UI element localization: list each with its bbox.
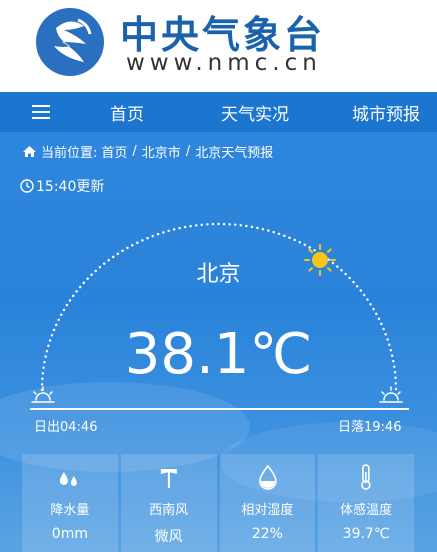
nmc-logo-icon[interactable] xyxy=(34,6,106,78)
stat-wind: 西南风 微风 xyxy=(120,454,217,552)
nav-bar: 首页 天气实况 城市预报 xyxy=(0,92,437,132)
sunrise-time: 日出04:46 xyxy=(34,420,98,435)
weather-stats: 降水量 0mm 西南风 微风 相对湿度 22% 体感温度 39.7℃ xyxy=(22,454,414,552)
sunset-icon xyxy=(379,386,403,403)
stat-value: 39.7℃ xyxy=(342,526,390,542)
site-url[interactable]: www.nmc.cn xyxy=(126,50,322,76)
stat-humidity: 相对湿度 22% xyxy=(219,454,316,552)
city-name: 北京 xyxy=(196,262,241,287)
menu-icon[interactable] xyxy=(32,102,50,122)
raindrop-icon xyxy=(59,472,77,486)
stat-value: 22% xyxy=(251,526,283,542)
nav-item-live-weather[interactable]: 天气实况 xyxy=(221,100,289,125)
weather-panel: 当前位置: 首页 / 北京市 / 北京天气预报 15:40更新 北京 38.1℃… xyxy=(0,132,437,552)
stat-precipitation: 降水量 0mm xyxy=(22,454,118,552)
nav-item-home[interactable]: 首页 xyxy=(110,100,144,125)
stat-label: 相对湿度 xyxy=(241,503,294,518)
stat-label: 西南风 xyxy=(149,503,189,518)
sunset-time: 日落19:46 xyxy=(338,420,402,435)
site-header: 中央气象台 www.nmc.cn xyxy=(0,0,437,92)
current-temperature: 38.1℃ xyxy=(124,322,313,387)
horizon-line xyxy=(30,408,409,410)
stat-label: 体感温度 xyxy=(340,503,393,518)
sunrise-icon xyxy=(31,386,55,403)
wind-vane-icon xyxy=(160,469,177,488)
stat-value: 微风 xyxy=(154,529,183,545)
thermometer-icon xyxy=(361,464,371,490)
stat-value: 0mm xyxy=(51,526,88,542)
nav-item-city-forecast[interactable]: 城市预报 xyxy=(352,100,420,125)
stat-feels-like: 体感温度 39.7℃ xyxy=(318,454,414,552)
humidity-icon xyxy=(258,464,277,490)
stat-label: 降水量 xyxy=(50,503,90,518)
